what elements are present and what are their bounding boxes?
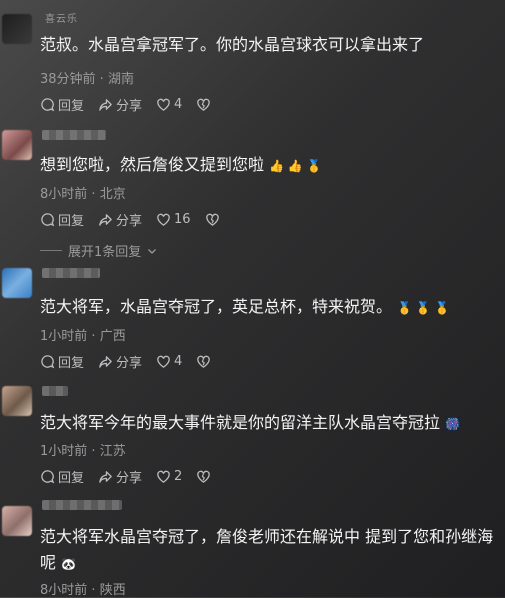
emoji-group: 🥇 🥇 🥇 — [397, 301, 450, 315]
share-icon — [99, 214, 112, 226]
reply-button[interactable]: 回复 — [40, 352, 84, 371]
comment-time: 1小时前 — [40, 329, 88, 344]
comment-meta: 8小时前 · 北京 — [40, 187, 126, 202]
expand-replies-button[interactable]: 展开1条回复 — [40, 241, 157, 260]
broken-heart-icon — [205, 213, 219, 226]
share-icon — [99, 471, 112, 483]
like-count: 4 — [174, 97, 183, 112]
comment-text: 范大将军，水晶宫夺冠了，英足总杯，特来祝贺。 🥇 🥇 🥇 — [40, 294, 498, 321]
emoji-group: 🎆 — [445, 417, 461, 431]
reply-icon — [41, 213, 55, 227]
like-button[interactable]: 4 — [156, 97, 182, 112]
like-count: 16 — [174, 212, 191, 227]
reply-button[interactable]: 回复 — [40, 95, 84, 114]
avatar[interactable] — [2, 506, 32, 536]
comment-location: 江苏 — [99, 444, 126, 459]
comment-text: 想到您啦，然后詹俊又提到您啦 👍 👍 🥇 — [40, 152, 498, 179]
comment-text: 范大将军水晶宫夺冠了，詹俊老师还在解说中 提到了您和孙继海呢 🐼 — [40, 524, 498, 577]
heart-icon — [157, 355, 170, 368]
like-count: 2 — [174, 469, 183, 484]
share-icon — [99, 356, 112, 368]
emoji-group: 🐼 — [61, 557, 77, 571]
comment-meta: 1小时前 · 广西 — [40, 329, 126, 344]
share-button[interactable]: 分享 — [98, 210, 142, 229]
divider — [40, 250, 62, 251]
chevron-down-icon — [148, 248, 157, 254]
reply-button[interactable]: 回复 — [40, 467, 84, 486]
comment-time: 8小时前 — [40, 583, 88, 598]
username-blurred[interactable] — [42, 268, 100, 278]
like-button[interactable]: 2 — [156, 469, 182, 484]
share-icon — [99, 99, 112, 111]
dislike-button[interactable] — [196, 469, 211, 484]
heart-icon — [157, 98, 170, 111]
comment-location: 北京 — [99, 187, 126, 202]
avatar[interactable] — [2, 14, 32, 44]
like-button[interactable]: 16 — [156, 212, 191, 227]
comment-actions: 回复 分享 16 — [40, 210, 220, 229]
emoji-group: 👍 👍 🥇 — [269, 159, 322, 173]
dislike-button[interactable] — [196, 97, 211, 112]
comment-actions: 回复 分享 4 — [40, 95, 211, 114]
comment-meta: 1小时前 · 江苏 — [40, 444, 126, 459]
username-blurred[interactable] — [42, 386, 68, 396]
dislike-button[interactable] — [205, 212, 220, 227]
like-count: 4 — [174, 354, 183, 369]
share-button[interactable]: 分享 — [98, 352, 142, 371]
username-blurred[interactable] — [42, 130, 106, 140]
comment-location: 陕西 — [99, 583, 126, 598]
comment-location: 湖南 — [107, 72, 134, 87]
comment-meta: 8小时前 · 陕西 — [40, 583, 126, 598]
comment-actions: 回复 分享 4 — [40, 352, 211, 371]
broken-heart-icon — [197, 355, 211, 368]
like-button[interactable]: 4 — [156, 354, 182, 369]
avatar[interactable] — [2, 386, 32, 416]
dislike-button[interactable] — [196, 354, 211, 369]
share-button[interactable]: 分享 — [98, 95, 142, 114]
heart-icon — [157, 213, 170, 226]
broken-heart-icon — [197, 470, 211, 483]
username[interactable]: 喜云乐 — [45, 10, 78, 25]
reply-icon — [41, 355, 55, 369]
comment-actions: 回复 分享 2 — [40, 467, 211, 486]
comment-time: 1小时前 — [40, 444, 88, 459]
username-blurred[interactable] — [42, 500, 122, 510]
comment-location: 广西 — [99, 329, 126, 344]
comment-time: 8小时前 — [40, 187, 88, 202]
avatar[interactable] — [2, 268, 32, 298]
reply-icon — [41, 470, 55, 484]
comment-text: 范大将军今年的最大事件就是你的留洋主队水晶宫夺冠拉 🎆 — [40, 410, 498, 437]
broken-heart-icon — [197, 98, 211, 111]
heart-icon — [157, 470, 170, 483]
comment-text: 范叔。水晶宫拿冠军了。你的水晶宫球衣可以拿出来了 — [40, 35, 425, 54]
reply-button[interactable]: 回复 — [40, 210, 84, 229]
reply-icon — [41, 98, 55, 112]
avatar[interactable] — [2, 130, 32, 160]
comment-meta: 38分钟前 · 湖南 — [40, 72, 134, 87]
comment-time: 38分钟前 — [40, 72, 96, 87]
share-button[interactable]: 分享 — [98, 467, 142, 486]
